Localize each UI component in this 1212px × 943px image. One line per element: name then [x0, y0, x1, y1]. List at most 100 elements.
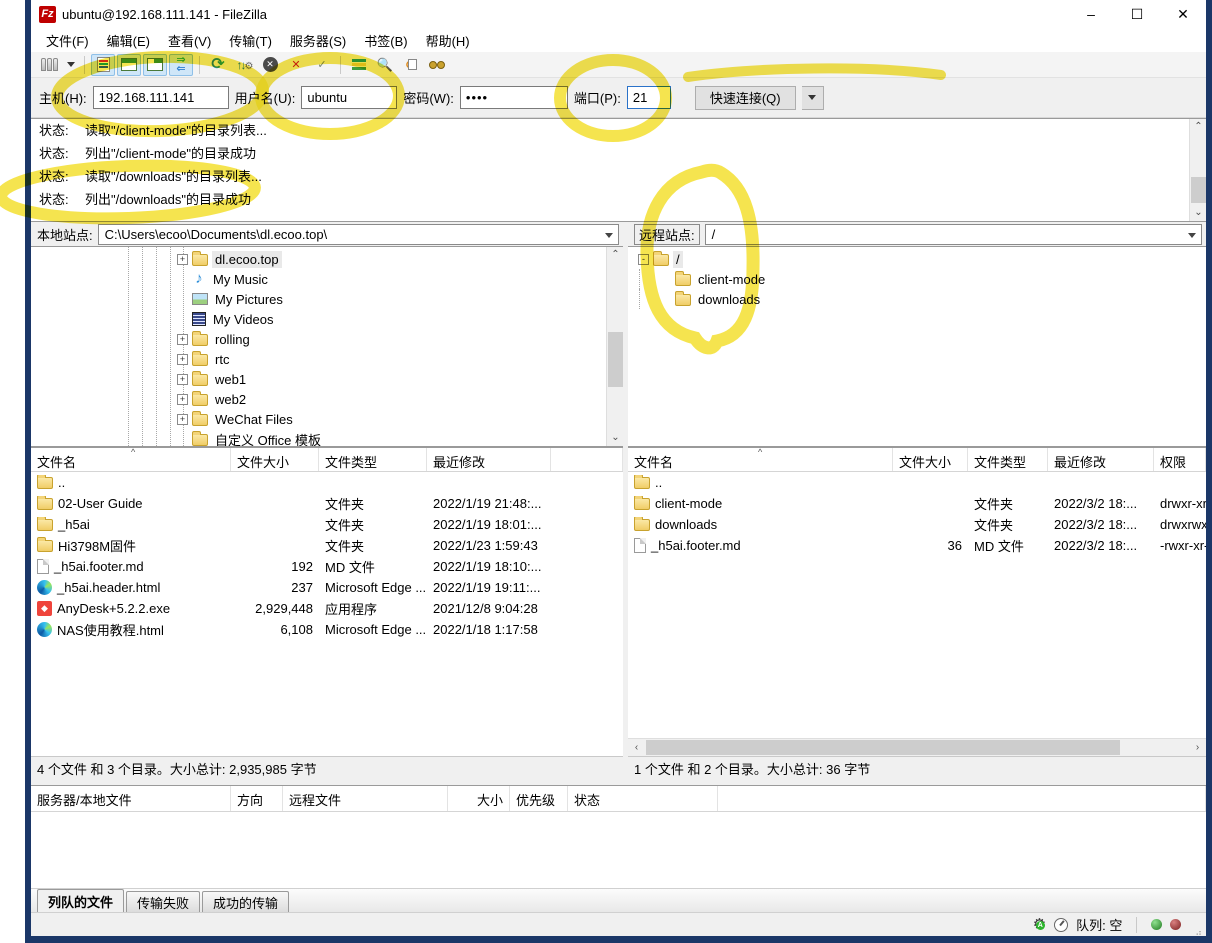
site-manager-dropdown-icon[interactable] [63, 54, 78, 76]
speed-limit-gauge-icon[interactable] [1054, 918, 1068, 932]
reconnect-icon[interactable]: ✓ [310, 54, 334, 76]
column-filetype[interactable]: 文件类型 [968, 448, 1048, 471]
column-filetype[interactable]: 文件类型 [319, 448, 427, 471]
maximize-icon[interactable]: ☐ [1114, 0, 1160, 28]
menu-bookmarks[interactable]: 书签(B) [355, 29, 416, 52]
quickconnect-dropdown-icon[interactable] [802, 86, 824, 110]
file-row[interactable]: ◆AnyDesk+5.2.2.exe 2,929,448应用程序2021/12/… [31, 598, 623, 619]
column-remote-file[interactable]: 远程文件 [283, 786, 448, 811]
quickconnect-button[interactable]: 快速连接(Q) [695, 86, 796, 110]
file-row[interactable]: _h5ai.header.html 237Microsoft Edge ...2… [31, 577, 623, 598]
menu-server[interactable]: 服务器(S) [281, 29, 355, 52]
tree-item[interactable]: My Pictures [31, 289, 623, 309]
remote-horizontal-scrollbar[interactable]: ‹ › [628, 738, 1206, 756]
column-filesize[interactable]: 文件大小 [893, 448, 968, 471]
tab-failed-transfers[interactable]: 传输失败 [126, 891, 200, 912]
column-size[interactable]: 大小 [448, 786, 510, 811]
tree-item[interactable]: + rtc [31, 349, 623, 369]
menu-file[interactable]: 文件(F) [37, 29, 98, 52]
menu-edit[interactable]: 编辑(E) [98, 29, 159, 52]
scrollbar-thumb[interactable] [646, 740, 1120, 755]
tree-item[interactable]: My Videos [31, 309, 623, 329]
menu-view[interactable]: 查看(V) [159, 29, 220, 52]
menu-help[interactable]: 帮助(H) [417, 29, 479, 52]
file-row[interactable]: downloads 文件夹2022/3/2 18:...drwxrwxrwx [628, 514, 1206, 535]
toggle-transfer-queue-icon[interactable]: ⇒⇐ [169, 54, 193, 76]
remote-site-combo[interactable]: / [705, 224, 1202, 245]
tree-item[interactable]: + dl.ecoo.top [31, 249, 623, 269]
file-row[interactable]: _h5ai.footer.md 36MD 文件2022/3/2 18:...-r… [628, 535, 1206, 556]
refresh-icon[interactable]: ⟳ [206, 54, 230, 76]
tree-item[interactable]: + rolling [31, 329, 623, 349]
log-scrollbar[interactable]: ⌃ ⌄ [1189, 119, 1206, 221]
password-input[interactable] [460, 86, 568, 109]
scrollbar-thumb[interactable] [1191, 177, 1206, 203]
file-row[interactable]: client-mode 文件夹2022/3/2 18:...drwxr-xr-x [628, 493, 1206, 514]
filter-icon[interactable] [347, 54, 371, 76]
file-row[interactable]: _h5ai 文件夹2022/1/19 18:01:... [31, 514, 623, 535]
scroll-up-icon[interactable]: ⌃ [1190, 119, 1206, 135]
minimize-icon[interactable]: – [1068, 0, 1114, 28]
site-manager-icon[interactable] [37, 54, 61, 76]
expand-icon[interactable]: + [177, 254, 188, 265]
toggle-local-tree-icon[interactable] [117, 54, 141, 76]
tree-item[interactable]: client-mode [628, 269, 1206, 289]
tree-item[interactable]: downloads [628, 289, 1206, 309]
local-tree-scrollbar[interactable]: ⌃ ⌄ [606, 247, 623, 446]
close-icon[interactable]: ✕ [1160, 0, 1206, 28]
toggle-remote-tree-icon[interactable] [143, 54, 167, 76]
expand-icon[interactable]: + [177, 374, 188, 385]
find-files-icon[interactable] [425, 54, 449, 76]
scroll-up-icon[interactable]: ⌃ [607, 247, 623, 263]
tree-item[interactable]: 自定义 Office 模板 [31, 429, 623, 447]
scrollbar-thumb[interactable] [608, 332, 623, 387]
column-direction[interactable]: 方向 [231, 786, 283, 811]
column-priority[interactable]: 优先级 [510, 786, 568, 811]
chevron-down-icon [1188, 233, 1196, 238]
tree-item[interactable]: - / [628, 249, 1206, 269]
column-modified[interactable]: 最近修改 [1048, 448, 1154, 471]
collapse-icon[interactable]: - [638, 254, 649, 265]
scroll-down-icon[interactable]: ⌄ [607, 430, 623, 446]
tab-queued-files[interactable]: 列队的文件 [37, 889, 124, 912]
expand-icon[interactable]: + [177, 334, 188, 345]
tree-item[interactable]: + WeChat Files [31, 409, 623, 429]
expand-icon[interactable]: + [177, 394, 188, 405]
file-row[interactable]: NAS使用教程.html 6,108Microsoft Edge ...2022… [31, 619, 623, 640]
file-row[interactable]: _h5ai.footer.md 192MD 文件2022/1/19 18:10:… [31, 556, 623, 577]
tab-successful-transfers[interactable]: 成功的传输 [202, 891, 289, 912]
expand-icon[interactable]: + [177, 354, 188, 365]
username-input[interactable] [301, 86, 397, 109]
disconnect-icon[interactable]: ✕ [284, 54, 308, 76]
scroll-down-icon[interactable]: ⌄ [1190, 205, 1206, 221]
file-row[interactable]: .. [628, 472, 1206, 493]
auto-transfer-gear-icon[interactable]: ⚙A [1033, 917, 1046, 932]
cancel-operation-icon[interactable]: ✕ [258, 54, 282, 76]
column-modified[interactable]: 最近修改 [427, 448, 551, 471]
file-row[interactable]: Hi3798M固件 文件夹2022/1/23 1:59:43 [31, 535, 623, 556]
process-queue-icon[interactable]: ↑↓⚙ [232, 54, 256, 76]
synchronized-browsing-icon[interactable]: ⟳ [399, 54, 423, 76]
column-status[interactable]: 状态 [568, 786, 718, 811]
column-filesize[interactable]: 文件大小 [231, 448, 319, 471]
column-permissions[interactable]: 权限 [1154, 448, 1206, 471]
tree-item[interactable]: + web1 [31, 369, 623, 389]
tree-item[interactable]: ♪ My Music [31, 269, 623, 289]
host-input[interactable] [93, 86, 229, 109]
resize-grip-icon[interactable]: ⣠ [1195, 925, 1202, 936]
menu-transfer[interactable]: 传输(T) [220, 29, 281, 52]
column-server-local-file[interactable]: 服务器/本地文件 [31, 786, 231, 811]
file-row[interactable]: 02-User Guide 文件夹2022/1/19 21:48:... [31, 493, 623, 514]
scroll-left-icon[interactable]: ‹ [628, 739, 645, 756]
toggle-message-log-icon[interactable] [91, 54, 115, 76]
local-site-combo[interactable]: C:\Users\ecoo\Documents\dl.ecoo.top\ [98, 224, 619, 245]
port-input[interactable] [627, 86, 671, 109]
tree-item[interactable]: + web2 [31, 389, 623, 409]
quickconnect-bar: 主机(H): 用户名(U): 密码(W): 端口(P): 快速连接(Q) [31, 78, 1206, 118]
directory-comparison-icon[interactable]: 🔍 [373, 54, 397, 76]
scroll-right-icon[interactable]: › [1189, 739, 1206, 756]
toolbar-separator [84, 56, 85, 74]
file-row[interactable]: .. [31, 472, 623, 493]
log-line: 状态:列出"/client-mode"的目录成功 [31, 142, 1206, 165]
expand-icon[interactable]: + [177, 414, 188, 425]
